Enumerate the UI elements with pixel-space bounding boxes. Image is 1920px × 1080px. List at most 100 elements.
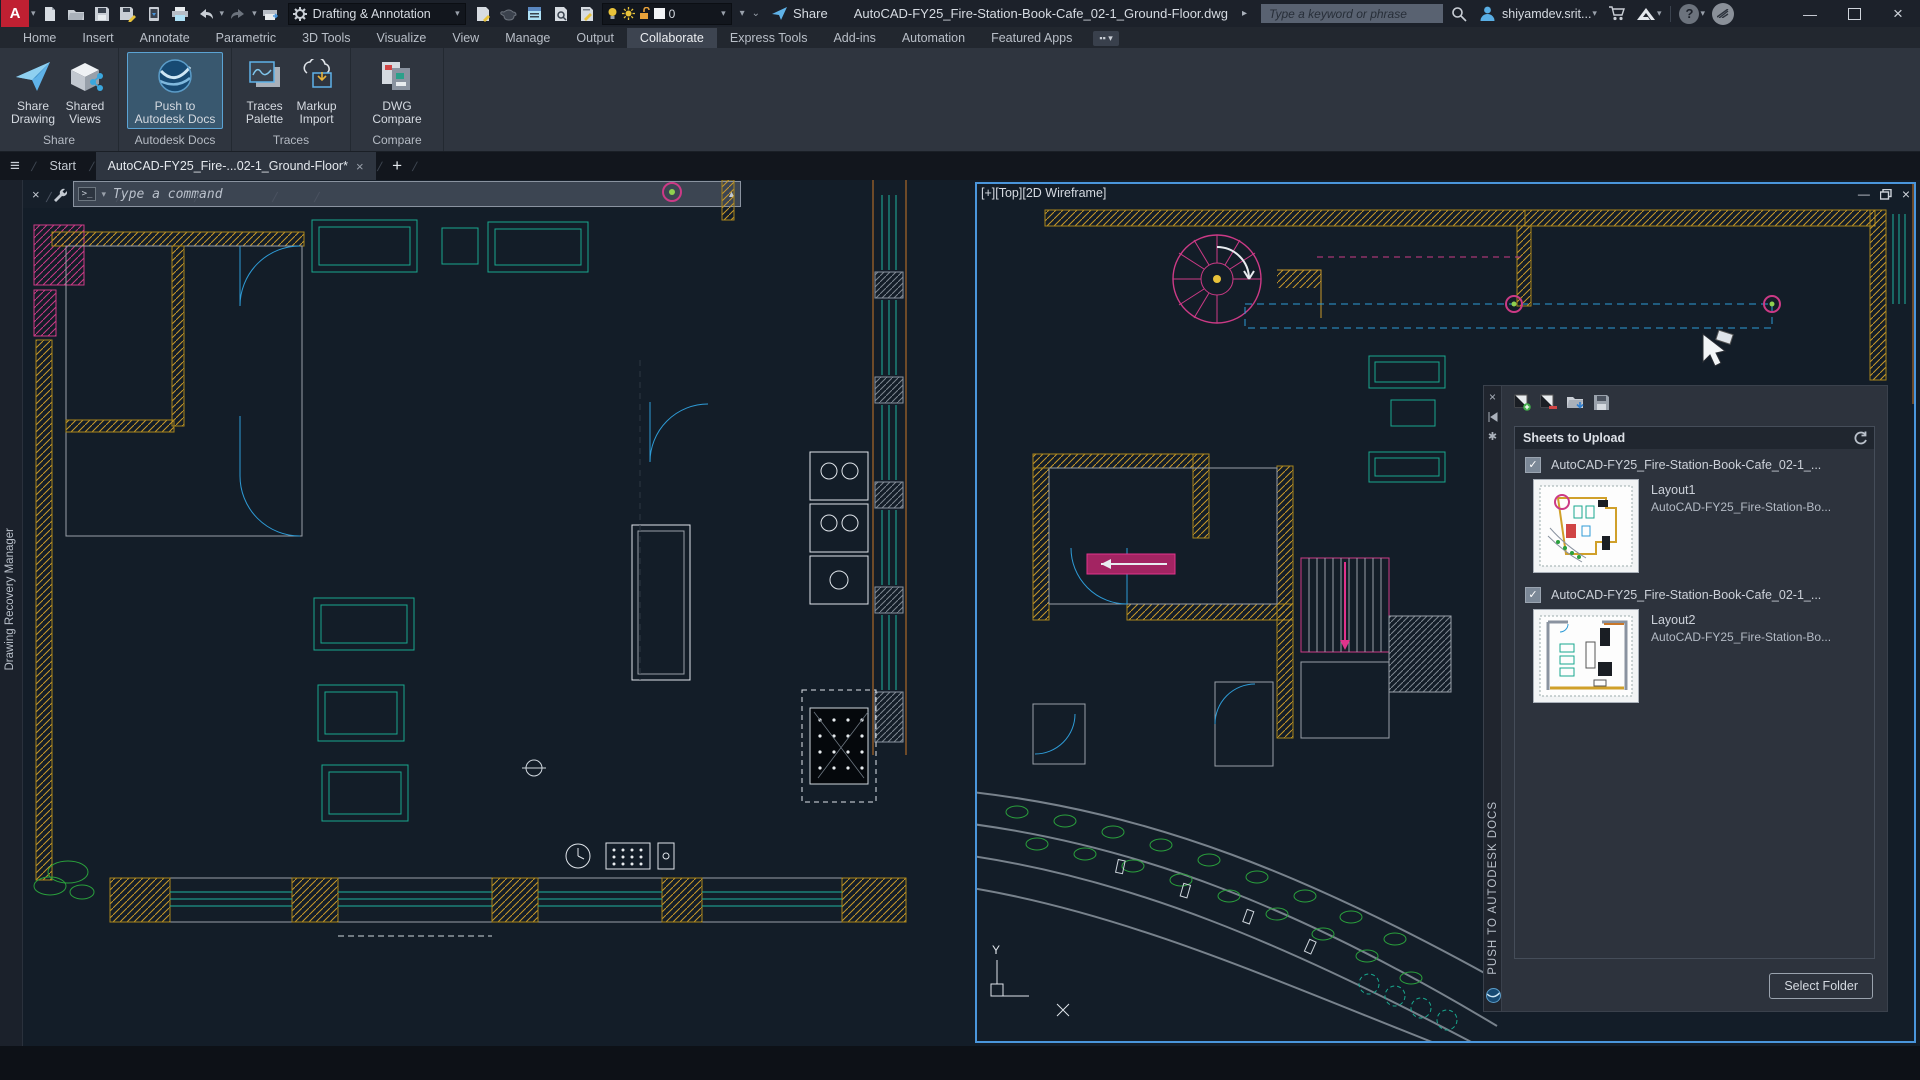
layout-name: Layout1: [1651, 483, 1831, 497]
panel-label-compare[interactable]: Compare: [351, 131, 443, 151]
qat-more-chevron-icon[interactable]: ⌄: [752, 8, 760, 19]
print-icon[interactable]: [168, 3, 192, 25]
shared-views-button[interactable]: Shared Views: [60, 52, 110, 129]
layout1-thumbnail[interactable]: [1533, 479, 1639, 573]
dwg-compare-button[interactable]: DWG Compare: [365, 52, 429, 129]
save-icon[interactable]: [90, 3, 114, 25]
share-drawing-button[interactable]: Share Drawing: [8, 52, 58, 129]
search-document-icon[interactable]: [549, 3, 573, 25]
search-box[interactable]: [1261, 4, 1443, 23]
palette-close-icon[interactable]: ×: [1489, 390, 1496, 404]
cart-icon[interactable]: [1608, 6, 1626, 21]
redo-icon[interactable]: [226, 3, 250, 25]
autodesk-chevron-icon[interactable]: ▾: [1657, 8, 1662, 19]
panel-label-share[interactable]: Share: [0, 131, 118, 151]
tab-featured-apps[interactable]: Featured Apps: [978, 28, 1085, 48]
left-viewport-drawing[interactable]: [22, 180, 975, 1046]
open-folder-icon[interactable]: [1566, 394, 1585, 411]
markup-import-button[interactable]: Markup Import: [291, 52, 342, 129]
batch-plot-icon[interactable]: [259, 3, 283, 25]
document-edit-icon[interactable]: [575, 3, 599, 25]
tab-parametric[interactable]: Parametric: [203, 28, 289, 48]
viewport-close-icon[interactable]: ×: [1902, 186, 1910, 202]
document-title: AutoCAD-FY25_Fire-Station-Book-Cafe_02-1…: [854, 6, 1228, 21]
tab-home[interactable]: Home: [10, 28, 69, 48]
remove-sheets-icon[interactable]: [1540, 394, 1558, 411]
username-chevron-icon[interactable]: ▾: [1592, 8, 1597, 19]
save-as-icon[interactable]: [116, 3, 140, 25]
search-input[interactable]: [1267, 6, 1437, 22]
panel-label-autodesk-docs[interactable]: Autodesk Docs: [119, 131, 231, 151]
sheet-item[interactable]: ✓ AutoCAD-FY25_Fire-Station-Book-Cafe_02…: [1515, 449, 1874, 475]
drawing-recovery-manager-bar[interactable]: Drawing Recovery Manager: [0, 180, 23, 1046]
username[interactable]: shiyamdev.srit...: [1502, 7, 1591, 21]
palette-title-strip[interactable]: × ✱ PUSH TO AUTODESK DOCS: [1483, 385, 1502, 1012]
viewport-restore-icon[interactable]: [1880, 189, 1892, 200]
ribbon-options-button[interactable]: ▪▪ ▾: [1093, 31, 1118, 46]
sheet-pen-icon[interactable]: [471, 3, 495, 25]
save-mobile-icon[interactable]: [142, 3, 166, 25]
file-tab-menu-icon[interactable]: ≡: [0, 152, 30, 180]
tab-3d-tools[interactable]: 3D Tools: [289, 28, 363, 48]
drawing-canvas[interactable]: Drawing Recovery Manager: [0, 180, 1920, 1046]
share-button[interactable]: Share: [771, 6, 828, 21]
tab-automation[interactable]: Automation: [889, 28, 978, 48]
user-icon[interactable]: [1479, 5, 1496, 22]
palette-autohide-icon[interactable]: [1488, 412, 1498, 422]
traces-palette-button[interactable]: Traces Palette: [240, 52, 289, 129]
tab-insert[interactable]: Insert: [69, 28, 126, 48]
tab-visualize[interactable]: Visualize: [364, 28, 440, 48]
tab-output[interactable]: Output: [563, 28, 627, 48]
undo-chevron-icon[interactable]: ▾: [220, 8, 225, 19]
tab-manage[interactable]: Manage: [492, 28, 563, 48]
add-sheets-icon[interactable]: [1514, 394, 1532, 411]
layout-item[interactable]: Layout1 AutoCAD-FY25_Fire-Station-Bo...: [1515, 475, 1874, 579]
undo-icon[interactable]: [194, 3, 218, 25]
share-label: Share: [793, 6, 828, 21]
workspace-switcher[interactable]: Drafting & Annotation ▾: [288, 3, 466, 25]
tab-view[interactable]: View: [439, 28, 492, 48]
sheet-checkbox[interactable]: ✓: [1525, 457, 1541, 473]
palette-window-icon[interactable]: [523, 3, 547, 25]
ribbon: Share Drawing Shared Views Share Push to…: [0, 48, 1920, 152]
push-to-autodesk-docs-button[interactable]: Push to Autodesk Docs: [127, 52, 223, 129]
sheet-item[interactable]: ✓ AutoCAD-FY25_Fire-Station-Book-Cafe_02…: [1515, 579, 1874, 605]
autodesk-docs-globe-icon: [155, 55, 195, 97]
file-tab-close-icon[interactable]: ×: [356, 159, 364, 174]
panel-autodesk-docs: Push to Autodesk Docs Autodesk Docs: [119, 48, 232, 151]
palette-properties-icon[interactable]: ✱: [1488, 430, 1497, 443]
file-tab-start[interactable]: Start: [38, 152, 88, 180]
minimize-button[interactable]: —: [1788, 0, 1832, 27]
tab-annotate[interactable]: Annotate: [127, 28, 203, 48]
help-button[interactable]: ?: [1679, 4, 1699, 24]
viewport-label[interactable]: [+][Top][2D Wireframe]: [981, 186, 1106, 200]
tab-express-tools[interactable]: Express Tools: [717, 28, 821, 48]
help-chevron-icon[interactable]: ▾: [1700, 8, 1705, 19]
title-expand-arrow-icon[interactable]: ▸: [1242, 8, 1247, 19]
sheet-checkbox[interactable]: ✓: [1525, 587, 1541, 603]
layout2-thumbnail[interactable]: [1533, 609, 1639, 703]
render-teapot-icon[interactable]: [497, 3, 521, 25]
logo-chevron-icon[interactable]: ▾: [31, 8, 36, 19]
save-sheets-icon[interactable]: [1593, 394, 1610, 411]
refresh-icon[interactable]: [1853, 431, 1868, 445]
panel-label-traces[interactable]: Traces: [232, 131, 350, 151]
autodesk-logo[interactable]: [1636, 7, 1656, 21]
select-folder-button[interactable]: Select Folder: [1769, 973, 1873, 999]
maximize-button[interactable]: [1832, 0, 1876, 27]
tab-collaborate[interactable]: Collaborate: [627, 28, 717, 48]
close-button[interactable]: ×: [1876, 0, 1920, 27]
viewport-minimize-icon[interactable]: —: [1858, 187, 1870, 201]
file-tab-drawing[interactable]: AutoCAD-FY25_Fire-...02-1_Ground-Floor* …: [96, 152, 376, 180]
new-file-icon[interactable]: [38, 3, 62, 25]
search-icon[interactable]: [1451, 6, 1467, 22]
feedback-icon[interactable]: [1712, 3, 1734, 25]
open-file-icon[interactable]: [64, 3, 88, 25]
autocad-logo[interactable]: A: [1, 0, 29, 27]
layout-item[interactable]: Layout2 AutoCAD-FY25_Fire-Station-Bo...: [1515, 605, 1874, 709]
new-drawing-tab-button[interactable]: +: [383, 152, 411, 180]
tab-add-ins[interactable]: Add-ins: [820, 28, 888, 48]
layer-control[interactable]: 0 ▾: [602, 3, 732, 25]
redo-chevron-icon[interactable]: ▾: [252, 8, 257, 19]
qat-customize-chevron-icon[interactable]: ▾: [740, 8, 745, 19]
